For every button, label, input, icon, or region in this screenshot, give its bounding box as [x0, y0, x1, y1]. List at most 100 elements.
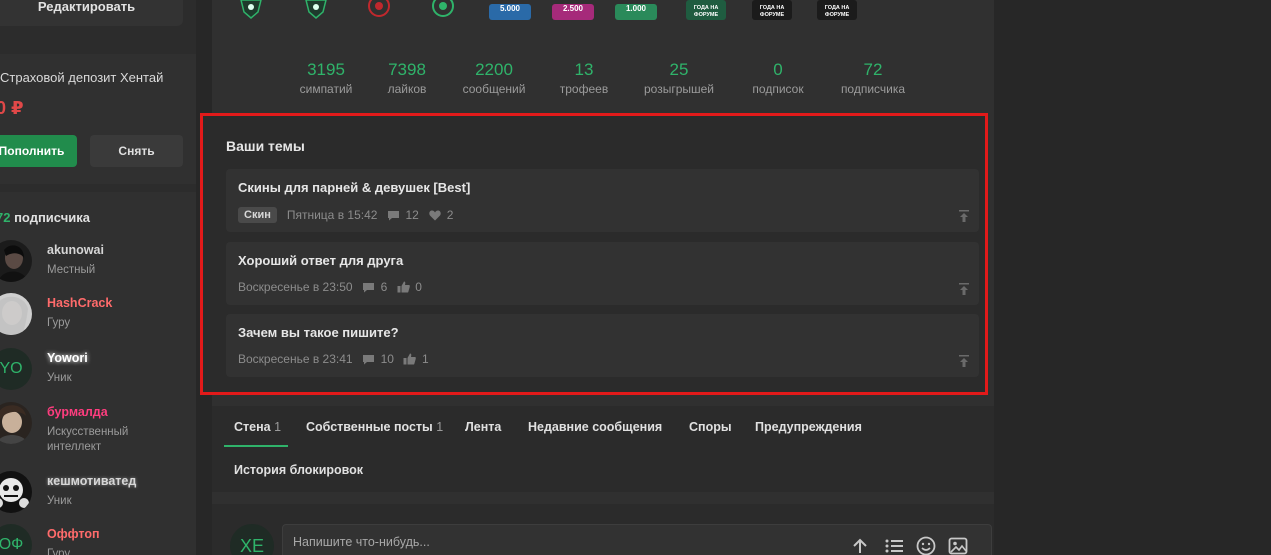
forum-year-icon[interactable]: ГОДА НА ФОРУМЕ — [750, 0, 794, 20]
tab-warnings[interactable]: Предупреждения — [755, 420, 862, 434]
stat-label: лайков — [387, 82, 427, 96]
subscriber-name[interactable]: Yowori — [47, 351, 88, 365]
topic-item[interactable]: Зачем вы такое пишите? Воскресенье в 23:… — [226, 314, 979, 377]
topic-title[interactable]: Хороший ответ для друга — [238, 253, 403, 268]
avatar[interactable]: ОФ — [0, 524, 32, 555]
tab-label: Собственные посты — [306, 420, 433, 434]
subscriber-name[interactable]: HashCrack — [47, 296, 112, 310]
comment-icon — [362, 281, 376, 293]
stat-messages[interactable]: 2200 сообщений — [444, 60, 544, 96]
list-icon[interactable] — [883, 535, 905, 555]
tab-own-posts[interactable]: Собственные посты 1 — [306, 420, 443, 434]
target-icon[interactable] — [426, 0, 460, 20]
topic-tag[interactable]: Скин — [238, 207, 277, 223]
stat-following[interactable]: 0 подписок — [728, 60, 828, 96]
submit-arrow-icon[interactable] — [849, 535, 871, 555]
topic-meta: Воскресенье в 23:50 6 0 — [238, 280, 422, 294]
forum-year-label: ГОДА НА ФОРУМЕ — [686, 0, 726, 20]
stat-giveaways[interactable]: 25 розыгрышей — [629, 60, 729, 96]
forum-year-label: ГОДА НА ФОРУМЕ — [817, 0, 857, 20]
wall-post-input[interactable] — [293, 535, 833, 549]
stat-followers[interactable]: 72 подписчика — [823, 60, 923, 96]
tab-ban-history[interactable]: История блокировок — [234, 463, 363, 477]
stat-label: сообщений — [462, 82, 526, 96]
tab-count: 1 — [274, 420, 282, 434]
stat-value: 2200 — [475, 60, 513, 79]
topic-item[interactable]: Хороший ответ для друга Воскресенье в 23… — [226, 242, 979, 305]
topic-date[interactable]: Пятница в 15:42 — [287, 208, 378, 222]
target-icon[interactable] — [362, 0, 396, 20]
tab-count: 1 — [436, 420, 444, 434]
badge-icon[interactable] — [234, 0, 268, 20]
avatar-initials: XE — [239, 535, 264, 555]
medal-icon[interactable]: 1.000 — [614, 0, 658, 20]
stat-label: розыгрышей — [643, 82, 715, 96]
stat-label: подписок — [752, 82, 804, 96]
stat-value: 13 — [574, 60, 594, 79]
avatar-initials: YO — [0, 360, 23, 377]
topic-title[interactable]: Скины для парней & девушек [Best] — [238, 180, 470, 195]
subscribers-label: подписчика — [10, 210, 90, 225]
reaction-count: 0 — [415, 280, 422, 294]
deposit-title: Страховой депозит Хентай — [0, 70, 164, 85]
topic-item[interactable]: Скины для парней & девушек [Best] Скин П… — [226, 169, 979, 232]
avatar[interactable] — [0, 240, 32, 282]
topic-meta: Воскресенье в 23:41 10 1 — [238, 352, 429, 366]
avatar[interactable] — [0, 402, 32, 444]
subscriber-item[interactable]: бурмалда Искусственный интеллект — [0, 402, 196, 453]
pin-icon[interactable] — [959, 354, 969, 367]
deposit-panel: Страховой депозит Хентай 0 ₽ Пополнить С… — [0, 54, 196, 184]
avatar[interactable]: XE — [230, 524, 274, 555]
topic-date[interactable]: Воскресенье в 23:41 — [238, 352, 353, 366]
withdraw-button[interactable]: Снять — [90, 135, 183, 167]
stat-value: 72 — [863, 60, 883, 79]
medal-icon[interactable]: 2.500 — [551, 0, 595, 20]
subscriber-name[interactable]: кешмотиватед — [47, 474, 136, 488]
subscriber-item[interactable]: кешмотиватед Уник — [0, 471, 196, 521]
badge-icon[interactable] — [299, 0, 333, 20]
stat-likes[interactable]: 7398 лайков — [357, 60, 457, 96]
tab-recent-messages[interactable]: Недавние сообщения — [528, 420, 662, 434]
stat-trophies[interactable]: 13 трофеев — [534, 60, 634, 96]
topic-date[interactable]: Воскресенье в 23:50 — [238, 280, 353, 294]
medal-label: 1.000 — [615, 4, 657, 20]
deposit-button[interactable]: Пополнить — [0, 135, 77, 167]
emoji-icon[interactable] — [915, 535, 937, 555]
image-icon[interactable] — [947, 535, 969, 555]
trophies-row: 5.000 2.500 1.000 ГОДА НА ФОРУМЕ ГОДА НА… — [232, 0, 932, 24]
comment-count: 10 — [380, 352, 394, 366]
forum-year-icon[interactable]: ГОДА НА ФОРУМЕ — [815, 0, 859, 20]
tab-wall[interactable]: Стена 1 — [234, 420, 281, 434]
comment-icon — [362, 353, 376, 365]
topic-meta: Скин Пятница в 15:42 12 2 — [238, 207, 453, 223]
subscribers-title[interactable]: 72 подписчика — [0, 210, 90, 225]
avatar[interactable] — [0, 471, 32, 513]
avatar[interactable]: YO — [0, 348, 32, 390]
forum-year-icon[interactable]: ГОДА НА ФОРУМЕ — [684, 0, 728, 20]
medal-icon[interactable]: 5.000 — [488, 0, 532, 20]
subscriber-role: Гуру — [47, 317, 71, 329]
subscriber-name[interactable]: бурмалда — [47, 405, 108, 419]
edit-profile-button[interactable]: Редактировать — [0, 0, 183, 26]
stat-value: 7398 — [388, 60, 426, 79]
comment-icon — [386, 209, 400, 221]
pin-icon[interactable] — [959, 282, 969, 295]
subscriber-name[interactable]: Оффтоп — [47, 527, 100, 541]
subscriber-role: Гуру — [47, 548, 71, 555]
stat-label: трофеев — [559, 82, 609, 96]
tab-feed[interactable]: Лента — [465, 420, 501, 434]
avatar[interactable] — [0, 293, 32, 335]
active-tab-indicator — [224, 445, 288, 447]
subscriber-role: Уник — [47, 495, 72, 507]
pin-icon[interactable] — [959, 209, 969, 222]
subscriber-item[interactable]: akunowai Местный — [0, 240, 196, 290]
subscriber-name[interactable]: akunowai — [47, 243, 104, 257]
tab-disputes[interactable]: Споры — [689, 420, 732, 434]
subscriber-item[interactable]: HashCrack Гуру — [0, 293, 196, 343]
tab-label: Стена — [234, 420, 271, 434]
subscriber-item[interactable]: ОФ Оффтоп Гуру — [0, 524, 196, 555]
stat-value: 25 — [669, 60, 689, 79]
subscriber-role: Уник — [47, 372, 72, 384]
topic-title[interactable]: Зачем вы такое пишите? — [238, 325, 399, 340]
subscriber-item[interactable]: YO Yowori Уник — [0, 348, 196, 398]
